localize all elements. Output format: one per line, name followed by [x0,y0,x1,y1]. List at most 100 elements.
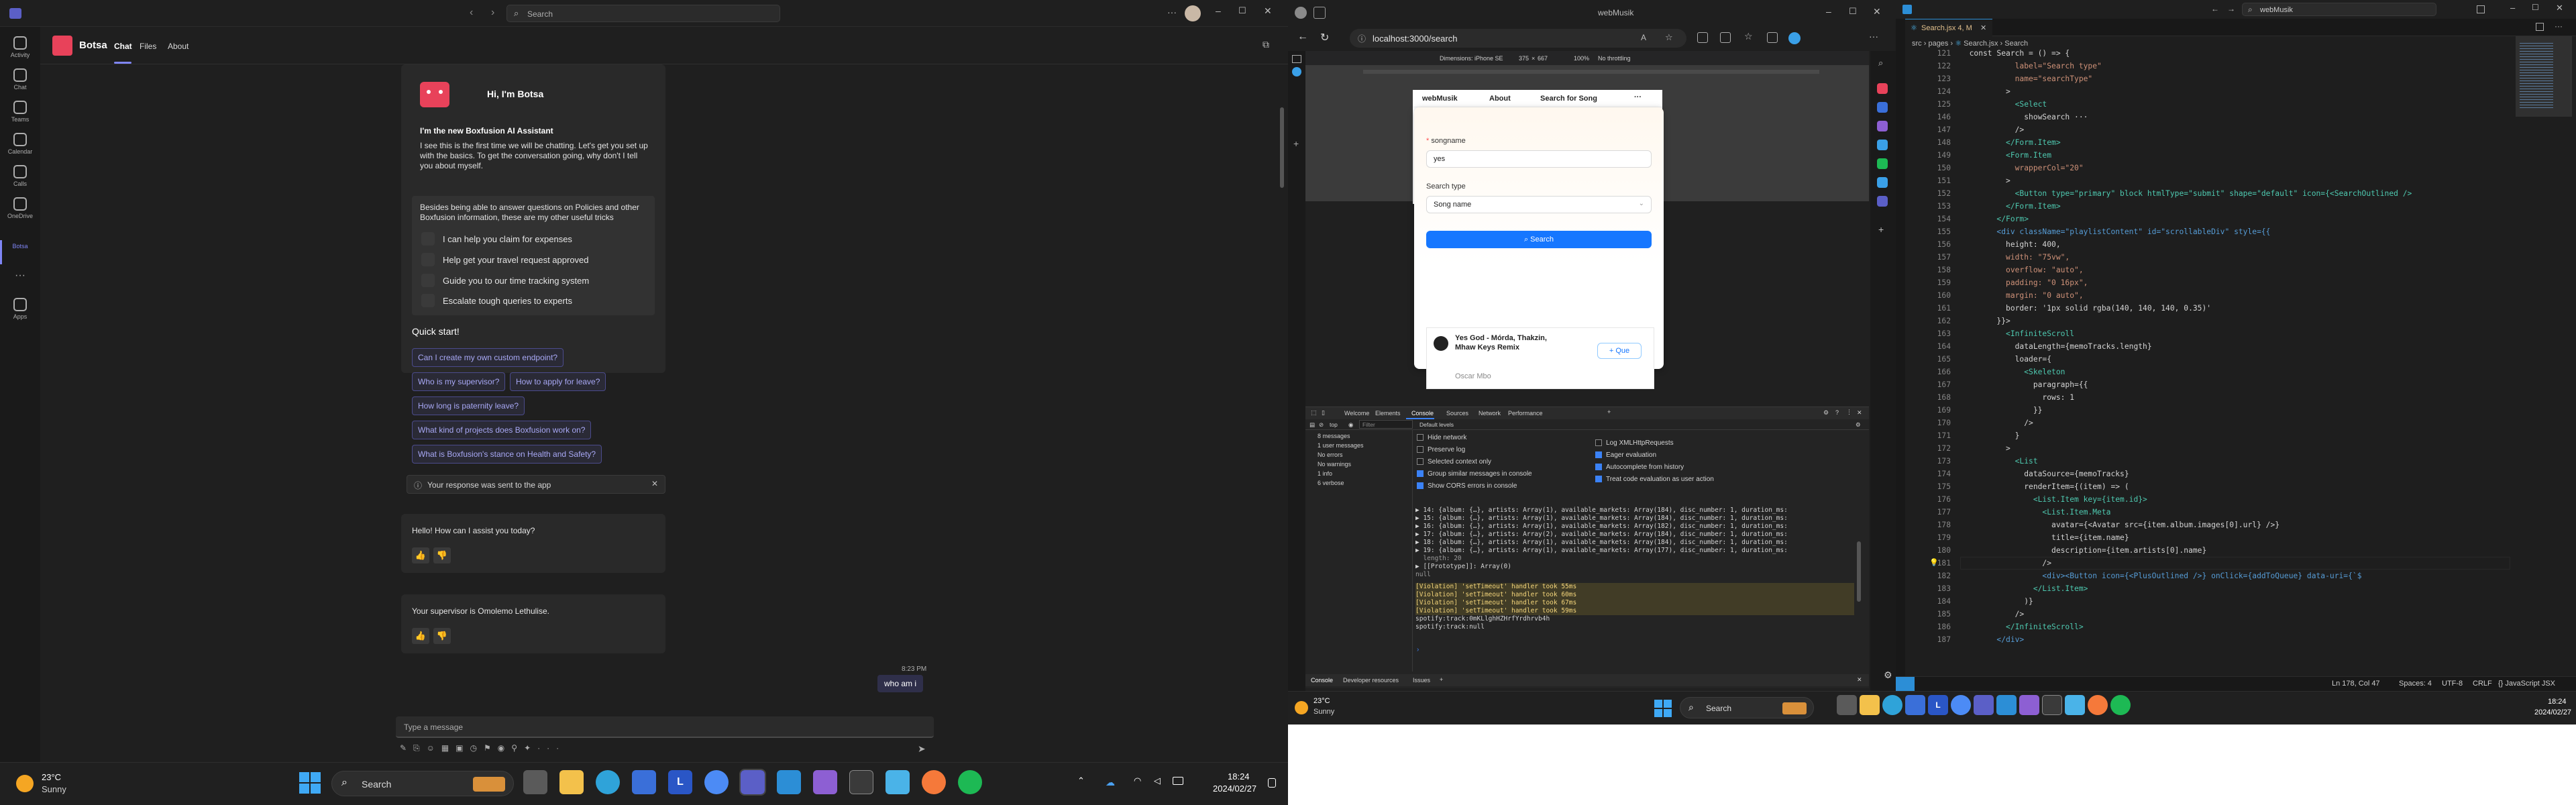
forward-arrow-icon[interactable]: › [491,7,494,19]
start-icon[interactable] [299,772,321,794]
code-line[interactable]: <List [1960,455,2510,468]
task-view-icon[interactable] [523,770,547,794]
code-line[interactable]: dataSource={memoTracks} [1960,468,2510,480]
nav-about[interactable]: About [1489,95,1511,103]
tab-performance[interactable]: Performance [1508,410,1543,417]
setting-eager-eval[interactable]: Eager evaluation [1595,449,1714,461]
favorite-star-icon[interactable]: ☆ [1665,32,1673,43]
clock-date[interactable]: 2024/02/27 [2534,708,2571,716]
dismiss-icon[interactable]: ✕ [651,479,658,488]
tab-files[interactable]: Files [140,42,156,51]
sidebar-app-icon[interactable] [1877,83,1888,94]
inspect-icon[interactable]: ⬚ [1311,409,1317,417]
close-tab-icon[interactable]: ✕ [1980,23,1986,32]
setting-log-xhr[interactable]: Log XMLHttpRequests [1595,437,1714,449]
rail-item-calendar[interactable]: Calendar [0,133,40,155]
favicon-icon[interactable] [1292,67,1301,76]
sidebar-item-info[interactable]: 1 info [1318,470,1332,477]
collections-icon[interactable] [1767,32,1778,43]
code-line[interactable]: }} [1960,404,2510,417]
terminal-icon[interactable] [849,770,873,794]
taskbar-search[interactable]: ⌕ Search [331,771,514,796]
sidebar-toggle-icon[interactable]: ▤ [1309,421,1315,429]
teams-taskbar-icon[interactable] [739,769,766,796]
nav-search-song[interactable]: Search for Song [1540,95,1597,103]
code-line[interactable]: margin: "0 auto", [1960,289,2510,302]
chat-scrollbar[interactable] [1280,107,1284,188]
brand-link[interactable]: webMusik [1422,95,1458,103]
more-options-icon[interactable]: ··· [1167,7,1177,17]
sidebar-item-warnings[interactable]: No warnings [1318,461,1351,468]
start-icon[interactable] [1654,700,1672,717]
address-bar[interactable]: ⓘ localhost:3000/search A ☆ [1350,29,1686,48]
clock-time[interactable]: 18:24 [1228,771,1250,782]
chrome-icon[interactable] [704,770,729,794]
favorites-icon[interactable]: ☆ [1744,31,1753,42]
vscode-icon[interactable] [1996,695,2017,715]
sidebar-add-icon[interactable]: + [1878,224,1884,235]
l-app-icon[interactable]: L [1928,695,1948,715]
console-filter[interactable]: Filter [1359,420,1413,429]
store-icon[interactable] [1905,695,1925,715]
split-editor-icon[interactable] [2536,23,2544,31]
rail-item-calls[interactable]: Calls [0,165,40,187]
code-line[interactable]: }}> [1960,315,2510,327]
composer[interactable]: Type a message [396,716,934,738]
add-tab-icon[interactable]: + [1607,409,1611,415]
eye-icon[interactable]: ◉ [1348,421,1353,429]
setting-selected-context[interactable]: Selected context only [1417,455,1532,468]
file-explorer-icon[interactable] [559,770,584,794]
close-icon[interactable]: ✕ [1873,6,1881,17]
visual-studio-icon[interactable] [813,770,837,794]
thumbs-up-icon[interactable]: 👍 [412,628,429,644]
send-icon[interactable]: ➤ [918,743,926,755]
code-area[interactable]: const Search = () => { label="Search typ… [1960,47,2510,682]
extensions-icon[interactable] [1697,32,1708,43]
code-line[interactable]: <Skeleton [1960,366,2510,378]
rail-item-botsa[interactable]: Botsa [0,243,40,250]
console-scrollbar[interactable] [1857,541,1861,602]
throttle-select[interactable]: No throttling [1598,55,1631,62]
sidebar-item-user-messages[interactable]: 1 user messages [1318,442,1364,449]
terminal-icon[interactable] [2042,695,2062,715]
code-line[interactable]: renderItem={(item) => ( [1960,480,2510,493]
tab-console[interactable]: Console [1411,410,1434,417]
copilot-icon[interactable] [1788,32,1801,44]
minimize-icon[interactable]: – [1216,5,1221,16]
back-arrow-icon[interactable]: ← [2211,4,2219,13]
spotify-icon[interactable] [958,770,982,794]
code-line[interactable]: showSearch ··· [1960,111,2510,123]
tab-network[interactable]: Network [1479,410,1501,417]
rail-item-more[interactable]: ··· [0,270,40,282]
teams-taskbar-icon[interactable] [1974,695,1994,715]
clock-date[interactable]: 2024/02/27 [1213,784,1256,794]
thumbs-down-icon[interactable]: 👎 [433,628,451,644]
sidebar-app-icon[interactable] [1877,121,1888,131]
back-icon[interactable]: ← [1297,31,1308,43]
close-icon[interactable]: ✕ [2556,3,2563,13]
close-icon[interactable]: ✕ [1264,5,1272,17]
code-line[interactable]: title={item.name} [1960,531,2510,544]
code-line[interactable]: name="searchType" [1960,72,2510,85]
code-line[interactable]: paragraph={{ [1960,378,2510,391]
code-line[interactable]: avatar={<Avatar src={item.album.images[0… [1960,519,2510,531]
device-select[interactable]: Dimensions: iPhone SE [1440,55,1503,62]
code-line[interactable]: description={item.artists[0].name} [1960,544,2510,557]
more-icon[interactable]: ⋮ [1846,409,1852,416]
close-drawer-icon[interactable]: ✕ [1857,676,1862,684]
maximize-icon[interactable]: ☐ [2532,3,2539,12]
add-tab-icon[interactable]: + [1293,138,1299,149]
code-line[interactable]: const Search = () => { [1960,47,2510,60]
code-line[interactable]: > [1960,174,2510,187]
spotify-icon[interactable] [2110,695,2131,715]
firefox-icon[interactable] [922,770,946,794]
tab-elements[interactable]: Elements [1375,410,1401,417]
quick-start-chip[interactable]: Who is my supervisor? [412,372,506,391]
rail-item-activity[interactable]: Activity [0,36,40,58]
profile-icon[interactable] [1295,7,1307,19]
lightbulb-icon[interactable]: 💡 [1929,558,1939,567]
forward-arrow-icon[interactable]: → [2227,4,2235,13]
code-line[interactable]: </Form.Item> [1960,136,2510,149]
code-line[interactable]: <div className="playlistContent" id="scr… [1960,225,2510,238]
popout-icon[interactable]: ⧉ [1263,39,1269,50]
